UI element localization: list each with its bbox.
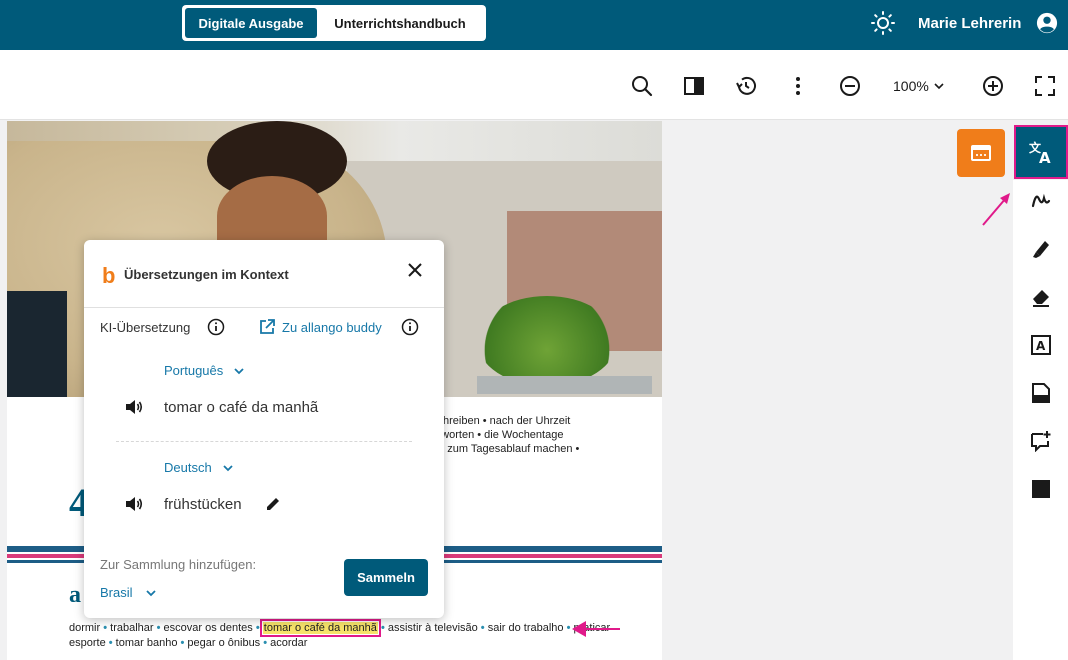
eraser-icon[interactable] [1030, 286, 1052, 308]
zoom-in-icon[interactable] [981, 74, 1005, 98]
source-language-select[interactable]: Português [164, 363, 245, 378]
vocab-item[interactable]: escovar os dentes [164, 622, 253, 634]
textbox-icon[interactable]: A [1030, 334, 1052, 356]
target-text: frühstücken [164, 496, 242, 513]
external-link-icon [260, 319, 275, 334]
translation-popup: b Übersetzungen im Kontext KI-Übersetzun… [84, 240, 444, 618]
chevron-down-icon [234, 367, 244, 374]
pencil-icon[interactable] [264, 495, 282, 513]
fullscreen-icon[interactable] [1033, 74, 1057, 98]
objective-line: schreiben • nach der Uhrzeit [432, 415, 571, 427]
separator: • [252, 622, 263, 634]
zoom-select[interactable]: 100% [893, 78, 945, 94]
annotation-arrow-icon [982, 193, 1010, 226]
target-language-select[interactable]: Deutsch [164, 460, 234, 475]
highlighted-vocab-item[interactable]: tomar o café da manhã [259, 619, 381, 637]
square-icon[interactable] [1030, 478, 1052, 500]
close-icon[interactable] [406, 261, 424, 279]
svg-text:A: A [1039, 149, 1051, 166]
separator: • [100, 622, 111, 634]
window-icon [971, 145, 991, 161]
zoom-value: 100% [893, 78, 929, 94]
search-icon[interactable] [630, 74, 654, 98]
buddy-link-label: Zu allango buddy [282, 319, 382, 335]
objective-line: ntworten • die Wochentage [432, 429, 564, 441]
brightness-icon[interactable] [871, 11, 895, 35]
vocab-item[interactable]: acordar [270, 637, 307, 649]
divider [84, 307, 444, 308]
collect-button[interactable]: Sammeln [344, 559, 428, 596]
chevron-down-icon [934, 83, 944, 90]
chevron-down-icon [145, 589, 156, 596]
vocab-item[interactable]: trabalhar [110, 622, 153, 634]
source-text: tomar o café da manhã [164, 399, 319, 416]
info-icon[interactable] [401, 318, 419, 336]
annotation-arrow-icon [572, 621, 620, 637]
book-objectives: schreiben • nach der Uhrzeit ntworten • … [432, 414, 579, 456]
tab-unterrichtshandbuch[interactable]: Unterrichtshandbuch [317, 8, 483, 38]
marker-icon[interactable] [1030, 238, 1052, 260]
vocab-list: dormir • trabalhar • escovar os dentes •… [69, 619, 649, 651]
more-vert-icon[interactable] [786, 74, 810, 98]
svg-text:A: A [1036, 339, 1046, 353]
chevron-down-icon [223, 464, 233, 471]
source-language: Português [164, 363, 224, 378]
ki-label: KI-Übersetzung [100, 320, 191, 335]
vocab-item[interactable]: pegar o ônibus [187, 637, 260, 649]
separator: • [377, 622, 388, 634]
objective-line: en zum Tagesablauf machen • [432, 443, 580, 455]
zoom-out-icon[interactable] [838, 74, 862, 98]
history-icon[interactable] [734, 74, 758, 98]
vocab-item[interactable]: sair do trabalho [488, 622, 564, 634]
speaker-icon[interactable] [124, 397, 144, 417]
separator: • [105, 637, 116, 649]
separator: • [177, 637, 188, 649]
top-bar: Digitale Ausgabe Unterrichtshandbuch Mar… [0, 0, 1068, 50]
section-letter: a [69, 582, 81, 608]
vocab-item[interactable]: assistir à televisão [388, 622, 478, 634]
info-icon[interactable] [207, 318, 225, 336]
edition-switch: Digitale Ausgabe Unterrichtshandbuch [182, 5, 486, 41]
vocab-item[interactable]: dormir [69, 622, 100, 634]
buddy-link[interactable]: Zu allango buddy [258, 318, 382, 336]
separator: • [153, 622, 164, 634]
user-name[interactable]: Marie Lehrerin [918, 15, 1021, 32]
add-to-collection-label: Zur Sammlung hinzufügen: [100, 557, 257, 572]
account-icon[interactable] [1036, 12, 1058, 34]
comment-add-icon[interactable] [1030, 430, 1052, 452]
translate-tool-button[interactable]: 文 A [1014, 125, 1068, 179]
collection-select[interactable]: Brasil [100, 585, 157, 600]
toolbar: 100% [0, 50, 1068, 120]
speaker-icon[interactable] [124, 494, 144, 514]
translate-icon: 文 A [1029, 140, 1051, 166]
vocab-item[interactable]: tomar banho [116, 637, 178, 649]
collection-value: Brasil [100, 585, 133, 600]
popup-title: Übersetzungen im Kontext [124, 267, 289, 282]
note-icon[interactable] [1030, 382, 1052, 404]
separator: • [477, 622, 488, 634]
tab-digitale-ausgabe[interactable]: Digitale Ausgabe [185, 8, 317, 38]
book-view-icon[interactable] [682, 74, 706, 98]
signature-icon[interactable] [1030, 189, 1052, 211]
separator: • [260, 637, 271, 649]
orange-panel-button[interactable] [957, 129, 1005, 177]
divider [116, 441, 412, 442]
brand-logo: b [102, 263, 116, 288]
target-language: Deutsch [164, 460, 212, 475]
